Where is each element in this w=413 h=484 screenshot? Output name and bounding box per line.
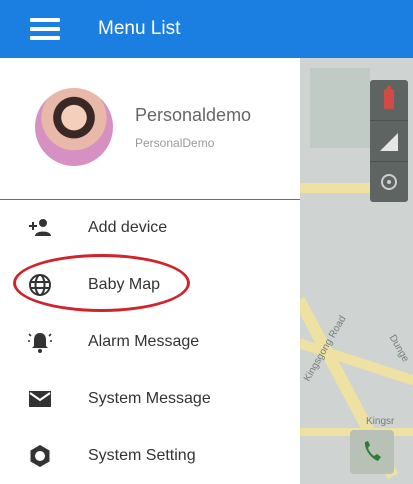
location-icon[interactable] [370,162,408,202]
menu-item-label: Add device [88,219,168,236]
menu-item-baby-map[interactable]: Baby Map [0,254,300,313]
phone-icon [364,441,381,461]
user-name: Personaldemo [135,105,252,125]
menu-item-system-message[interactable]: System Message [0,371,300,427]
user-profile[interactable]: Personaldemo PersonalDemo [0,58,300,198]
call-button[interactable] [350,430,394,474]
user-subtitle: PersonalDemo [135,136,215,150]
avatar [35,88,113,166]
map-street-label: Dunge [386,332,411,365]
highlight-circle-annotation [13,254,190,312]
map-controls [370,80,408,202]
map-view[interactable]: Kingsgong Road Dunge Kingsr [300,58,413,484]
map-street-label: Kingsr [366,416,395,427]
signal-strength-icon[interactable] [370,121,408,162]
menu-item-system-setting[interactable]: System Setting [0,428,300,484]
top-app-bar: Menu List [0,0,413,58]
envelope-icon [29,391,51,407]
menu-item-label: Alarm Message [88,333,200,350]
menu-item-alarm-message[interactable]: Alarm Message [0,314,300,370]
menu-item-label: System Setting [88,447,196,464]
page-title: Menu List [98,18,181,39]
add-person-icon [29,219,51,236]
hamburger-menu-icon[interactable] [30,18,60,40]
battery-icon[interactable] [370,80,408,121]
alarm-bell-icon [28,333,52,353]
settings-hexagon-icon [30,445,50,467]
menu-item-label: System Message [88,390,211,407]
menu-item-add-device[interactable]: Add device [0,200,300,256]
navigation-drawer: Personaldemo PersonalDemo Add device Bab… [0,58,300,484]
